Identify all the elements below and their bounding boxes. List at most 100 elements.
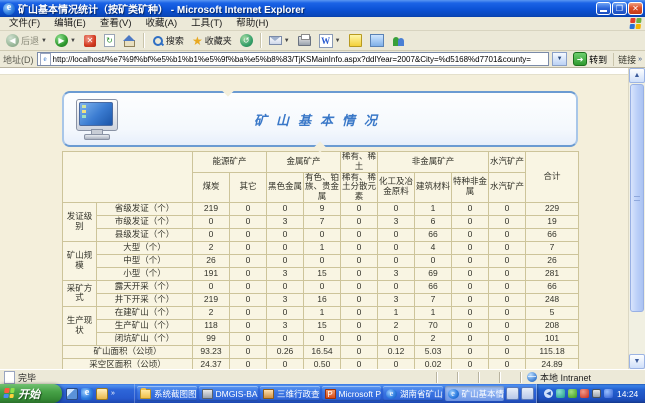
browser-window: 矿山基本情况统计（按矿类矿种） - Microsoft Internet Exp… xyxy=(0,0,645,403)
history-button[interactable]: ↺ xyxy=(237,33,256,48)
data-cell: 0 xyxy=(230,280,267,293)
data-cell: 0 xyxy=(230,306,267,319)
refresh-button[interactable]: ↻ xyxy=(101,33,118,48)
standard-toolbar: ◀ 后退 ▼ ▶ ▼ ✕ ↻ 搜索 ★ 收藏夹 ↺ ▼ W ▼ xyxy=(0,31,645,51)
menu-help[interactable]: 帮助(H) xyxy=(229,17,275,30)
data-cell: 19 xyxy=(526,215,579,228)
data-cell: 0 xyxy=(267,228,304,241)
table-row: 中型（个）260000000026 xyxy=(63,254,579,267)
scrollbar-track[interactable] xyxy=(629,313,645,354)
discuss-icon xyxy=(349,34,362,47)
data-cell: 4 xyxy=(415,241,452,254)
data-cell: 0 xyxy=(452,358,489,369)
data-cell: 0 xyxy=(341,293,378,306)
table-row: 采矿方式露天开采（个）000000660066 xyxy=(63,280,579,293)
data-cell: 99 xyxy=(193,332,230,345)
research-button[interactable] xyxy=(367,33,387,48)
taskbar-button-hunan-mine[interactable]: e 湖南省矿山地... xyxy=(383,386,443,401)
stop-button[interactable]: ✕ xyxy=(81,34,99,48)
search-button[interactable]: 搜索 xyxy=(149,33,187,48)
tray-icon-2[interactable] xyxy=(568,389,577,398)
menu-edit[interactable]: 编辑(E) xyxy=(47,17,93,30)
address-input[interactable]: http://localhost/%e7%9f%bf%e5%b1%b1%e5%9… xyxy=(37,52,550,66)
scrollbar-thumb[interactable] xyxy=(630,84,644,312)
edit-button[interactable]: W ▼ xyxy=(316,33,344,49)
data-cell: 0 xyxy=(230,358,267,369)
data-cell: 0 xyxy=(452,319,489,332)
taskbar-button-mine-info-active[interactable]: e 矿山基本情况... xyxy=(445,386,505,401)
restore-button[interactable]: ❐ xyxy=(612,2,627,15)
data-cell: 66 xyxy=(415,228,452,241)
data-cell: 7 xyxy=(415,293,452,306)
tray-collapse-icon[interactable]: ◀ xyxy=(544,389,553,398)
menu-view[interactable]: 查看(V) xyxy=(93,17,139,30)
language-bar-pen-icon[interactable] xyxy=(506,387,519,400)
back-button[interactable]: ◀ 后退 ▼ xyxy=(3,33,50,48)
taskbar-button-powerpoint[interactable]: P Microsoft Pow... xyxy=(322,386,382,401)
favorites-button[interactable]: ★ 收藏夹 xyxy=(189,33,235,48)
data-cell: 0 xyxy=(267,332,304,345)
tray-icon-1[interactable] xyxy=(556,389,565,398)
data-cell: 219 xyxy=(193,293,230,306)
tray-icon-4[interactable] xyxy=(604,389,613,398)
data-cell: 7 xyxy=(526,241,579,254)
data-cell: 0 xyxy=(489,345,526,358)
vertical-scrollbar[interactable]: ▲ ▼ xyxy=(628,68,645,369)
data-cell: 0 xyxy=(378,241,415,254)
data-cell: 3 xyxy=(378,267,415,280)
go-button[interactable]: ➜ 转到 xyxy=(570,52,610,66)
data-cell: 0 xyxy=(230,332,267,345)
data-cell: 0 xyxy=(452,228,489,241)
page-banner: 矿山基本情况 xyxy=(62,91,578,147)
table-row: 矿山规模大型（个）2001004007 xyxy=(63,241,579,254)
system-tray: ◀ 14:24 xyxy=(536,384,645,403)
data-cell: 115.18 xyxy=(526,345,579,358)
table-row: 小型（个）1910315036900281 xyxy=(63,267,579,280)
forward-icon: ▶ xyxy=(55,34,68,47)
data-cell: 0 xyxy=(378,358,415,369)
status-segment xyxy=(478,372,499,383)
scroll-down-button[interactable]: ▼ xyxy=(629,354,645,369)
taskbar-button-drive[interactable]: DMGIS-BAI (J:) xyxy=(199,386,259,401)
start-button[interactable]: 开始 xyxy=(0,384,62,403)
data-cell: 0 xyxy=(267,202,304,215)
tray-icon-3[interactable] xyxy=(580,389,589,398)
data-cell: 0 xyxy=(304,280,341,293)
address-dropdown-button[interactable]: ▼ xyxy=(552,52,567,66)
show-desktop-icon[interactable] xyxy=(66,388,78,400)
menu-file[interactable]: 文件(F) xyxy=(2,17,47,30)
menu-favorites[interactable]: 收藏(A) xyxy=(138,17,184,30)
home-button[interactable] xyxy=(120,34,139,48)
back-icon: ◀ xyxy=(6,34,19,47)
tray-network-icon[interactable] xyxy=(592,389,601,398)
messenger-button[interactable] xyxy=(389,34,408,48)
close-button[interactable]: ✕ xyxy=(628,2,643,15)
title-bar: 矿山基本情况统计（按矿类矿种） - Microsoft Internet Exp… xyxy=(0,0,645,17)
data-cell: 0 xyxy=(230,228,267,241)
table-row: 生产矿山（个）1180315027000208 xyxy=(63,319,579,332)
scroll-up-button[interactable]: ▲ xyxy=(629,68,645,83)
taskbar-button-3d-query[interactable]: 三维行政查询... xyxy=(260,386,320,401)
minimize-button[interactable] xyxy=(596,2,611,15)
ie-quicklaunch-icon[interactable] xyxy=(81,388,93,400)
data-cell: 0.50 xyxy=(304,358,341,369)
links-button[interactable]: 链接 » xyxy=(613,53,642,66)
language-bar-keyboard-icon[interactable] xyxy=(521,387,534,400)
quick-launch: » xyxy=(62,384,135,403)
quicklaunch-chevron-icon[interactable]: » xyxy=(111,390,115,397)
menu-tools[interactable]: 工具(T) xyxy=(184,17,229,30)
row-group-header: 发证级别 xyxy=(63,202,97,241)
drive-icon xyxy=(202,389,213,399)
discuss-button[interactable] xyxy=(346,33,365,48)
print-button[interactable] xyxy=(295,35,314,47)
taskbar-button-screenshots[interactable]: 系统截图图片 xyxy=(137,386,197,401)
data-cell: 15 xyxy=(304,267,341,280)
column-header: 稀有、稀土分散元素 xyxy=(341,172,378,202)
outlook-quicklaunch-icon[interactable] xyxy=(96,388,108,400)
forward-button[interactable]: ▶ ▼ xyxy=(52,33,79,48)
data-cell: 0 xyxy=(489,293,526,306)
mail-button[interactable]: ▼ xyxy=(266,35,293,46)
column-header: 特种非金属 xyxy=(452,172,489,202)
data-cell: 0 xyxy=(267,254,304,267)
data-cell: 0 xyxy=(230,215,267,228)
